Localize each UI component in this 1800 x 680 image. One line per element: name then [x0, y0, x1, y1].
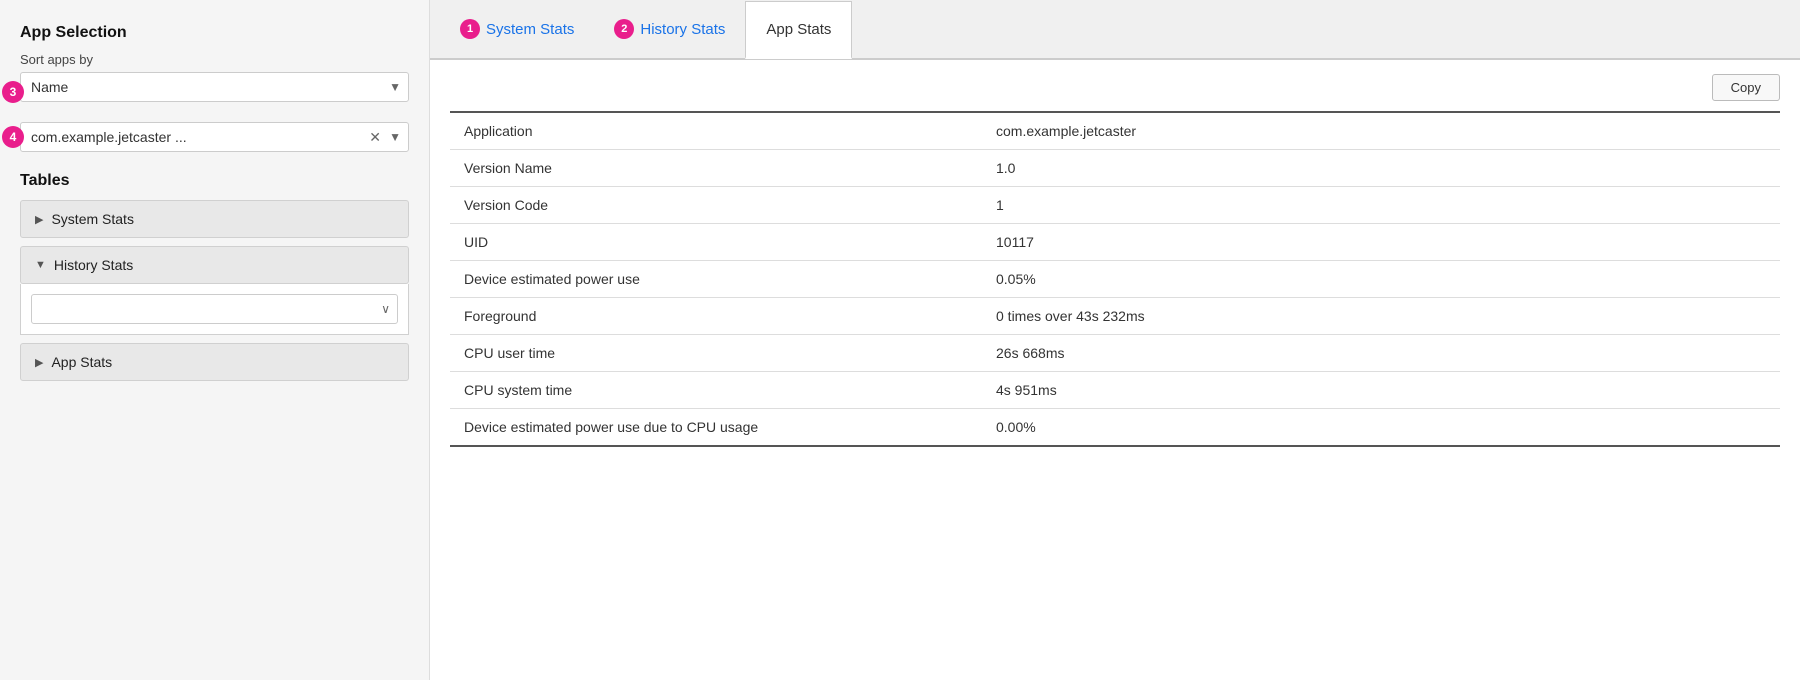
stat-key: Version Code	[450, 187, 982, 224]
stat-key: Application	[450, 112, 982, 150]
tab-system-stats[interactable]: 1 System Stats	[440, 0, 594, 58]
stat-value: 1.0	[982, 150, 1780, 187]
table-group-header-app-stats[interactable]: ▶ App Stats	[20, 343, 409, 381]
table-row: Version Name1.0	[450, 150, 1780, 187]
table-group-header-system-stats[interactable]: ▶ System Stats	[20, 200, 409, 238]
tab-history-stats[interactable]: 2 History Stats	[594, 0, 745, 58]
copy-row: Copy	[450, 74, 1780, 101]
chevron-right-icon: ▶	[35, 213, 43, 226]
sort-select[interactable]: Name Package UID	[20, 72, 409, 102]
stat-value: 4s 951ms	[982, 372, 1780, 409]
stat-value: 0 times over 43s 232ms	[982, 298, 1780, 335]
table-row: Version Code1	[450, 187, 1780, 224]
table-row: Applicationcom.example.jetcaster	[450, 112, 1780, 150]
app-select[interactable]: com.example.jetcaster ...	[20, 122, 409, 152]
table-row: CPU user time26s 668ms	[450, 335, 1780, 372]
app-stats-label: App Stats	[51, 354, 112, 370]
stat-key: UID	[450, 224, 982, 261]
sort-select-wrapper: Name Package UID ▼	[20, 72, 409, 102]
stat-value: com.example.jetcaster	[982, 112, 1780, 150]
table-group-history-stats: ▼ History Stats ∨	[20, 246, 409, 335]
table-row: Device estimated power use0.05%	[450, 261, 1780, 298]
tab-badge-2: 2	[614, 19, 634, 39]
table-row: Foreground0 times over 43s 232ms	[450, 298, 1780, 335]
tabs-bar: 1 System Stats 2 History Stats App Stats	[430, 0, 1800, 60]
table-row: UID10117	[450, 224, 1780, 261]
table-group-system-stats: ▶ System Stats	[20, 200, 409, 238]
tab-app-stats-label: App Stats	[766, 21, 831, 38]
table-group-app-stats: ▶ App Stats	[20, 343, 409, 381]
badge-4: 4	[2, 126, 24, 148]
history-sub-select-wrapper: ∨	[31, 294, 398, 324]
app-select-wrapper: com.example.jetcaster ... ✕ ▼	[20, 122, 409, 152]
stat-key: CPU system time	[450, 372, 982, 409]
tab-badge-1: 1	[460, 19, 480, 39]
stat-key: Device estimated power use	[450, 261, 982, 298]
stat-value: 0.05%	[982, 261, 1780, 298]
stat-value: 0.00%	[982, 409, 1780, 447]
table-row: CPU system time4s 951ms	[450, 372, 1780, 409]
chevron-down-icon: ▼	[35, 259, 46, 271]
badge-3: 3	[2, 81, 24, 103]
app-select-clear-icon[interactable]: ✕	[369, 130, 381, 144]
system-stats-label: System Stats	[51, 211, 133, 227]
tab-history-stats-label: History Stats	[640, 21, 725, 38]
chevron-right-icon-app: ▶	[35, 356, 43, 369]
tab-app-stats[interactable]: App Stats	[745, 1, 852, 59]
table-row: Device estimated power use due to CPU us…	[450, 409, 1780, 447]
main-content: 1 System Stats 2 History Stats App Stats…	[430, 0, 1800, 680]
stat-key: Device estimated power use due to CPU us…	[450, 409, 982, 447]
tab-system-stats-label: System Stats	[486, 21, 574, 38]
history-stats-content: ∨	[20, 284, 409, 335]
stat-value: 1	[982, 187, 1780, 224]
sort-label: Sort apps by	[20, 52, 409, 67]
history-stats-label: History Stats	[54, 257, 133, 273]
sidebar: App Selection Sort apps by 3 Name Packag…	[0, 0, 430, 680]
stat-key: Version Name	[450, 150, 982, 187]
stat-key: Foreground	[450, 298, 982, 335]
stat-value: 10117	[982, 224, 1780, 261]
stat-value: 26s 668ms	[982, 335, 1780, 372]
stats-table: Applicationcom.example.jetcasterVersion …	[450, 111, 1780, 447]
table-group-header-history-stats[interactable]: ▼ History Stats	[20, 246, 409, 284]
copy-button[interactable]: Copy	[1712, 74, 1780, 101]
content-area: Copy Applicationcom.example.jetcasterVer…	[430, 60, 1800, 680]
history-sub-select[interactable]	[31, 294, 398, 324]
stat-key: CPU user time	[450, 335, 982, 372]
sidebar-title: App Selection	[20, 24, 409, 42]
tables-title: Tables	[20, 172, 409, 190]
